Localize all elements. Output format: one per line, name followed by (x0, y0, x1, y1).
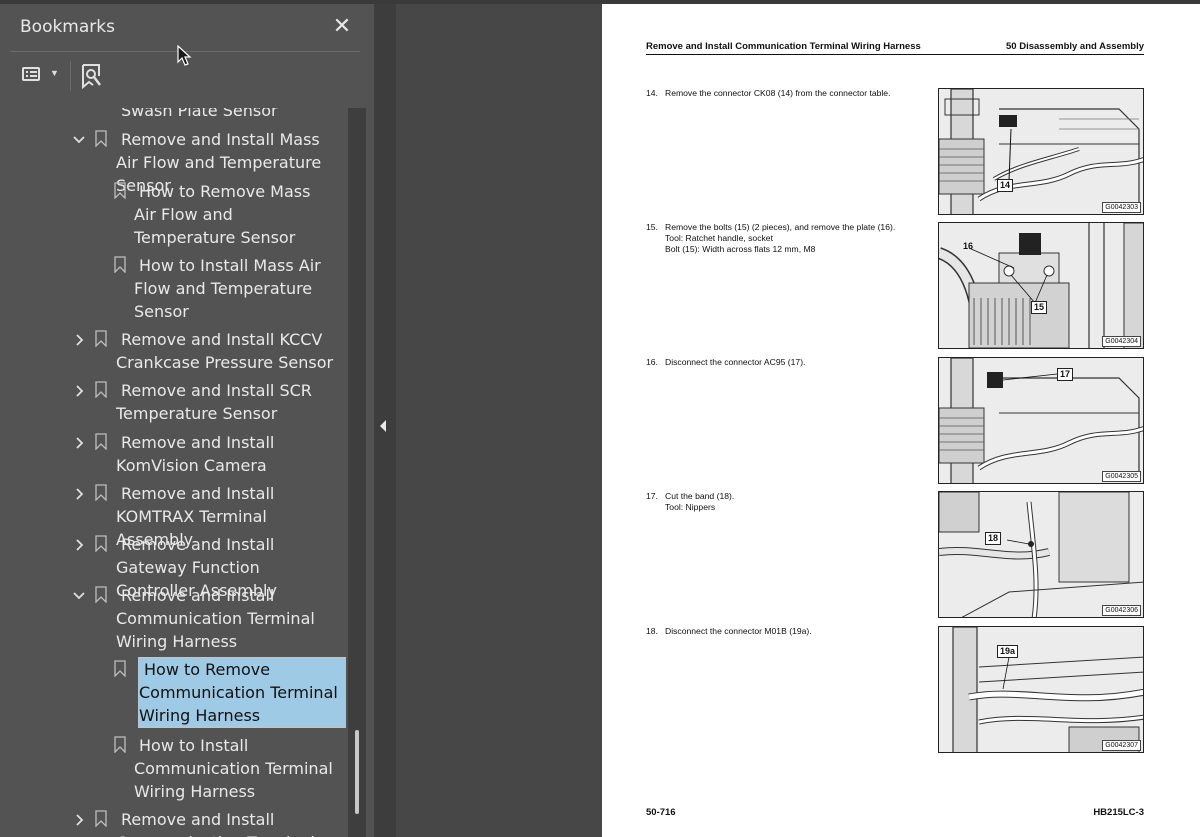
bookmark-icon (95, 586, 107, 604)
chevron-right-icon[interactable] (72, 538, 86, 552)
figure-callout: 18 (985, 532, 1002, 545)
step-note: Bolt (15): Width across flats 12 mm, M8 (665, 244, 816, 254)
bookmark-icon (95, 130, 107, 148)
close-panel-button[interactable]: ✕ (330, 14, 354, 38)
bookmark-label: Remove and Install Communication Termina… (116, 810, 315, 837)
model-code: HB215LC-3 (1093, 807, 1144, 818)
bookmark-icon (95, 484, 107, 502)
step-number: 18. (646, 626, 658, 636)
list-options-icon (22, 67, 40, 81)
figure-id: G0042307 (1102, 740, 1141, 751)
bookmark-label: How to Install Mass Air Flow and Tempera… (134, 256, 321, 321)
chevron-down-icon: ▼ (50, 68, 59, 78)
bookmark-icon (95, 433, 107, 451)
figure-illustration (939, 358, 1143, 483)
document-page: Remove and Install Communication Termina… (602, 4, 1200, 837)
page-header-section: 50 Disassembly and Assembly (1006, 41, 1144, 52)
bookmark-icon (114, 660, 126, 678)
step-text: Cut the band (18). (665, 491, 735, 501)
bookmark-add-icon (82, 64, 101, 90)
figure-callout: 15 (1031, 301, 1048, 314)
bookmark-label: Remove and Install Communication Termina… (116, 586, 315, 651)
bookmark-label: How to Install Communication Terminal Wi… (134, 736, 333, 801)
bookmark-icon (95, 330, 107, 348)
figure-id: G0042303 (1102, 202, 1141, 213)
step-note: Tool: Ratchet handle, socket (665, 233, 773, 243)
bookmarks-panel: Bookmarks ✕ ▼ Swash Plate Sensor Remove … (0, 4, 374, 837)
step-figure: 16 15 G0042304 (938, 222, 1144, 349)
procedure-step: 18. Disconnect the connector M01B (19a). (646, 626, 928, 637)
step-number: 15. (646, 222, 658, 232)
bookmark-label: Remove and Install SCR Temperature Senso… (116, 381, 312, 423)
figure-illustration (939, 627, 1143, 752)
step-number: 17. (646, 491, 658, 501)
step-text: Remove the connector CK08 (14) from the … (665, 88, 891, 98)
step-number: 16. (646, 357, 658, 367)
chevron-down-icon[interactable] (72, 589, 86, 603)
chevron-right-icon[interactable] (72, 436, 86, 450)
step-number: 14. (646, 88, 658, 98)
figure-callout: 17 (1057, 368, 1074, 381)
figure-callout: 14 (997, 179, 1014, 192)
step-figure: 18 G0042306 (938, 491, 1144, 618)
figure-illustration (939, 89, 1143, 214)
step-note: Tool: Nippers (665, 502, 716, 512)
bookmark-icon (114, 736, 126, 754)
procedure-step: 16. Disconnect the connector AC95 (17). (646, 357, 928, 368)
figure-callout: 16 (963, 241, 974, 251)
procedure-step: 14. Remove the connector CK08 (14) from … (646, 88, 928, 99)
collapse-panel-icon[interactable] (380, 420, 386, 432)
chevron-right-icon[interactable] (72, 487, 86, 501)
bookmark-icon (114, 182, 126, 200)
scrollbar-thumb[interactable] (355, 730, 359, 814)
close-icon: ✕ (332, 13, 352, 38)
bookmark-icon (95, 810, 107, 828)
step-text: Disconnect the connector M01B (19a). (665, 626, 812, 636)
figure-id: G0042306 (1102, 605, 1141, 616)
add-bookmark-button[interactable] (80, 62, 104, 90)
figure-id: G0042304 (1102, 336, 1141, 347)
procedure-step: 17. Cut the band (18). Tool: Nippers (646, 491, 928, 513)
bookmark-partial-label: Swash Plate Sensor (121, 108, 278, 120)
toolbar-divider (70, 61, 71, 91)
bookmark-icon (95, 381, 107, 399)
bookmark-tree: Swash Plate Sensor Remove and Install Ma… (0, 108, 346, 837)
step-text: Remove the bolts (15) (2 pieces), and re… (665, 222, 896, 232)
step-figure: 19a G0042307 (938, 626, 1144, 753)
chevron-right-icon[interactable] (72, 333, 86, 347)
bookmark-label: How to Remove Mass Air Flow and Temperat… (134, 182, 311, 247)
panel-title: Bookmarks (20, 17, 115, 37)
procedure-step: 15. Remove the bolts (15) (2 pieces), an… (646, 222, 928, 255)
page-number: 50-716 (646, 807, 676, 818)
mouse-cursor-icon (177, 44, 193, 67)
figure-callout: 19a (997, 645, 1019, 658)
step-figure: 14 G0042303 (938, 88, 1144, 215)
bookmark-label: Remove and Install KCCV Crankcase Pressu… (116, 330, 334, 372)
figure-illustration (939, 492, 1143, 617)
scrollbar-track[interactable] (348, 108, 366, 837)
bookmark-icon (95, 535, 107, 553)
page-header-title: Remove and Install Communication Termina… (646, 41, 921, 52)
header-rule (646, 54, 1144, 55)
bookmark-label: How to Remove Communication Terminal Wir… (138, 657, 346, 728)
figure-id: G0042305 (1102, 471, 1141, 482)
options-menu-button[interactable]: ▼ (20, 64, 62, 88)
chevron-right-icon[interactable] (72, 813, 86, 827)
bookmark-label: Remove and Install KomVision Camera (116, 433, 275, 475)
bookmark-icon (114, 256, 126, 274)
step-figure: 17 G0042305 (938, 357, 1144, 484)
step-text: Disconnect the connector AC95 (17). (665, 357, 806, 367)
chevron-down-icon[interactable] (72, 133, 86, 147)
chevron-right-icon[interactable] (72, 384, 86, 398)
